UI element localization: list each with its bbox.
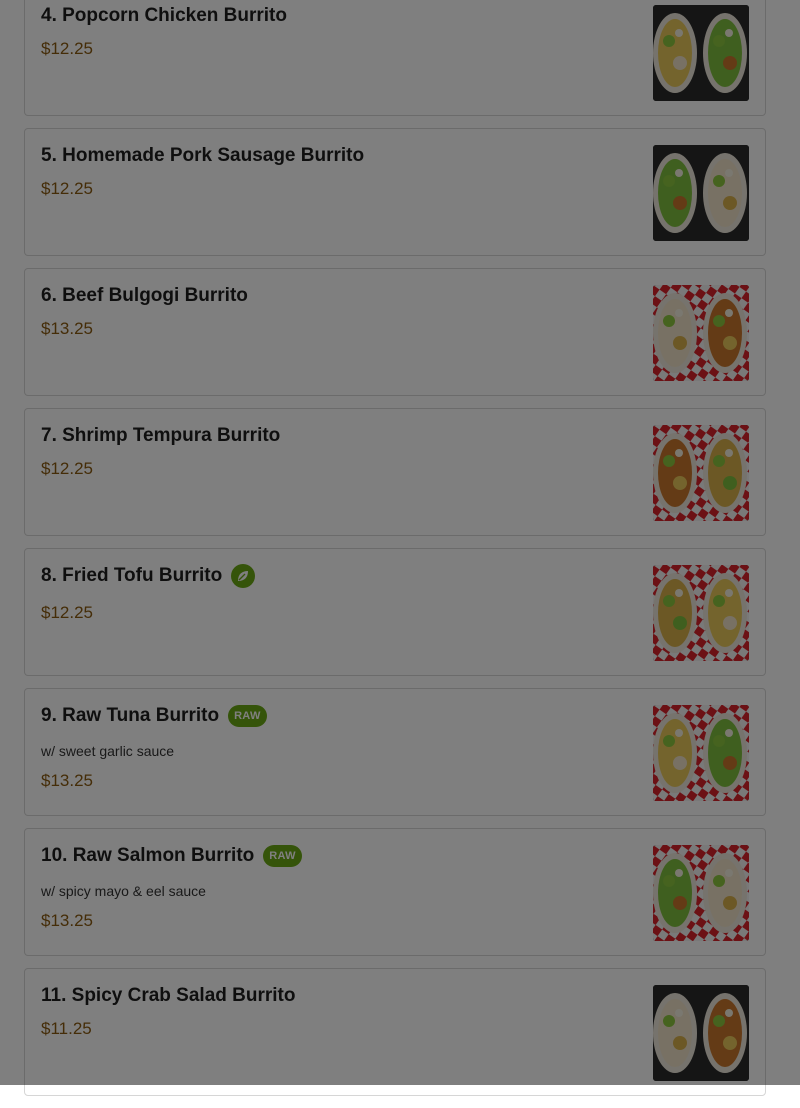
modal-backdrop-overlay[interactable] xyxy=(0,0,800,1085)
